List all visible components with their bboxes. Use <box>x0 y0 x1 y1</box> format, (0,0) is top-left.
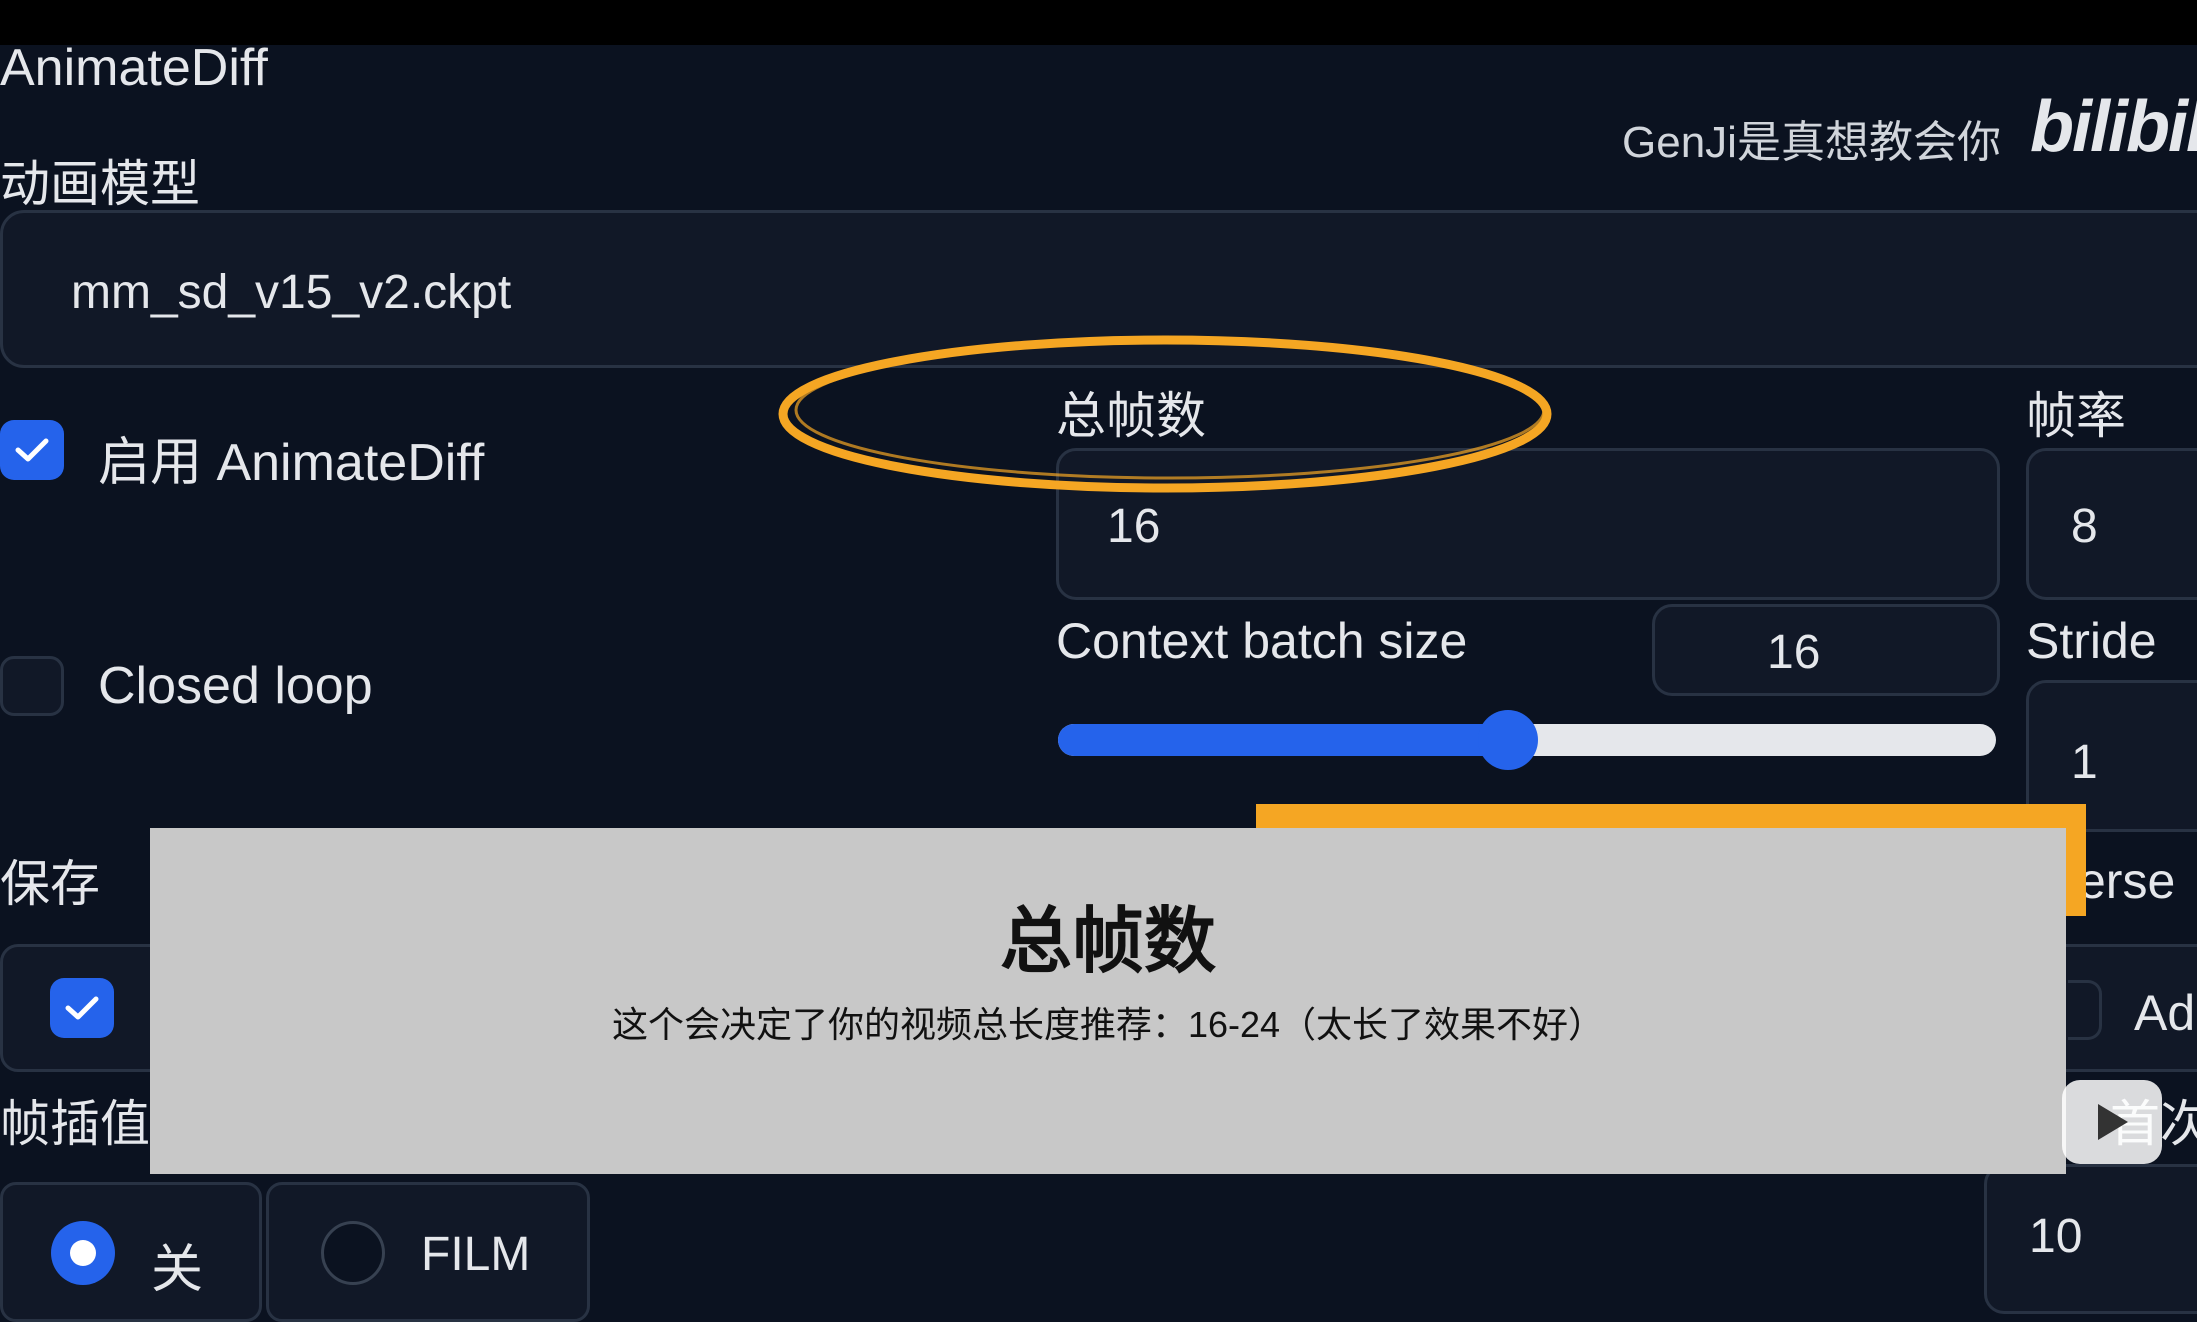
watermark-text: GenJi是真想教会你 <box>1622 118 2001 167</box>
enable-animatediff-checkbox[interactable] <box>0 420 64 480</box>
caption-overlay: 总帧数 这个会决定了你的视频总长度推荐：16-24（太长了效果不好） <box>150 828 2066 1174</box>
play-triangle-icon <box>2098 1104 2128 1140</box>
context-batch-value: 16 <box>1767 626 1821 679</box>
slider-fill <box>1058 724 1509 756</box>
context-batch-input[interactable]: 16 <box>1652 604 2000 696</box>
fps-value: 8 <box>2071 500 2098 553</box>
add-partial-label: Ad <box>2134 985 2196 1041</box>
interp-label: 帧插值 <box>0 1096 150 1152</box>
slider-thumb[interactable] <box>1478 710 1539 770</box>
annotation-circle <box>778 335 1552 493</box>
interp-value: 10 <box>2029 1210 2083 1263</box>
partial-checkbox[interactable] <box>2068 980 2102 1040</box>
interp-value-input[interactable]: 10 <box>1984 1164 2197 1314</box>
context-batch-label: Context batch size <box>1056 613 1468 669</box>
interp-off-label: 关 <box>151 1241 204 1299</box>
save-label: 保存 <box>0 856 100 912</box>
interp-option-off[interactable]: 关 <box>0 1182 262 1322</box>
bilibili-logo: bilibili <box>2030 87 2197 167</box>
enable-animatediff-label: 启用 AnimateDiff <box>98 434 485 492</box>
closed-loop-checkbox[interactable] <box>0 656 64 716</box>
motion-model-label: 动画模型 <box>0 156 200 212</box>
stride-value: 1 <box>2071 736 2098 789</box>
play-icon[interactable] <box>2062 1080 2162 1164</box>
closed-loop-label: Closed loop <box>98 657 373 715</box>
motion-model-value: mm_sd_v15_v2.ckpt <box>71 266 512 319</box>
section-title: AnimateDiff <box>0 39 268 97</box>
caption-title: 总帧数 <box>999 902 1216 982</box>
radio-off[interactable] <box>51 1221 115 1285</box>
check-icon <box>65 996 99 1020</box>
radio-film[interactable] <box>321 1221 385 1285</box>
interp-film-label: FILM <box>421 1228 531 1281</box>
reverse-partial-label: erse <box>2078 853 2176 909</box>
fps-label: 帧率 <box>2026 388 2126 444</box>
caption-body: 这个会决定了你的视频总长度推荐：16-24（太长了效果不好） <box>611 1004 1605 1045</box>
context-batch-slider[interactable] <box>1058 710 1996 770</box>
interp-option-film[interactable]: FILM <box>266 1182 590 1322</box>
save-format-checkbox[interactable] <box>50 978 114 1038</box>
total-frames-value: 16 <box>1107 500 1161 553</box>
stride-label: Stride <box>2026 613 2157 669</box>
top-letterbox <box>0 0 2197 45</box>
check-icon <box>15 438 49 462</box>
fps-input[interactable]: 8 <box>2026 448 2197 600</box>
